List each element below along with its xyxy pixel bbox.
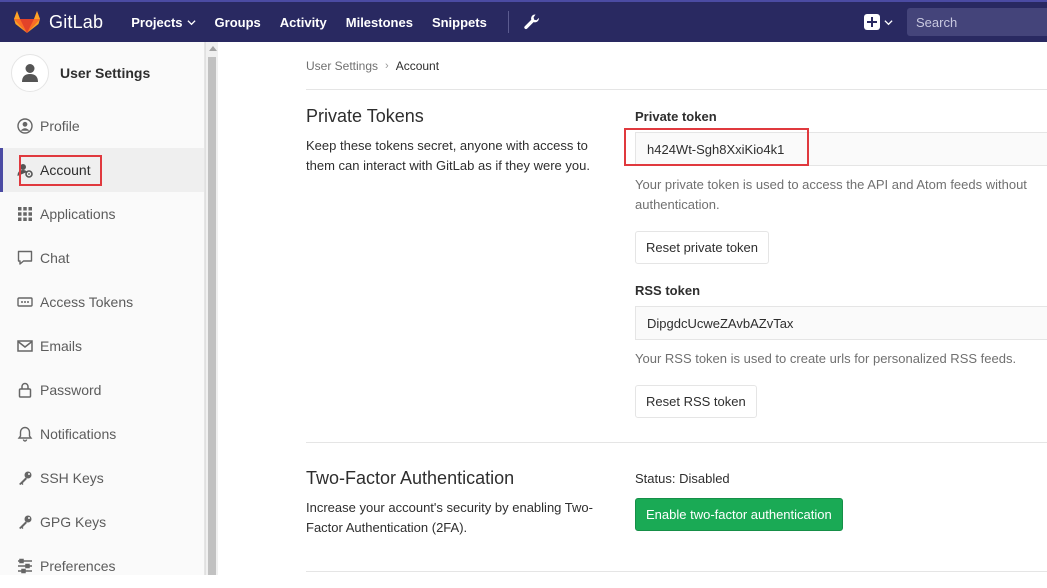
enable-two-factor-button[interactable]: Enable two-factor authentication	[635, 498, 843, 531]
two-factor-description: Increase your account's security by enab…	[306, 500, 593, 535]
sidebar-item-access-tokens[interactable]: Access Tokens	[0, 280, 204, 324]
rss-token-field[interactable]	[635, 306, 1047, 340]
nav-links: Projects Groups Activity Milestones Snip…	[131, 2, 541, 42]
search-input[interactable]	[907, 8, 1047, 36]
bell-icon	[16, 425, 34, 443]
sidebar-item-label: Chat	[40, 250, 70, 266]
private-token-help: Your private token is used to access the…	[635, 177, 1027, 212]
sidebar-item-label: Preferences	[40, 558, 116, 574]
breadcrumb: User Settings › Account	[306, 59, 439, 73]
wrench-icon[interactable]	[523, 13, 541, 31]
highlight-box	[624, 128, 809, 166]
sidebar-item-chat[interactable]: Chat	[0, 236, 204, 280]
private-tokens-description: Keep these tokens secret, anyone with ac…	[306, 138, 590, 173]
key-icon	[16, 513, 34, 531]
rss-token-help: Your RSS token is used to create urls fo…	[635, 351, 1017, 366]
envelope-icon	[16, 337, 34, 355]
sidebar-item-applications[interactable]: Applications	[0, 192, 204, 236]
top-navbar: GitLab Projects Groups Activity Mileston…	[0, 0, 1047, 42]
sidebar-header[interactable]: User Settings	[0, 42, 204, 104]
profile-icon	[16, 117, 34, 135]
avatar	[11, 54, 49, 92]
sidebar-item-label: GPG Keys	[40, 514, 107, 530]
chevron-down-icon	[884, 19, 893, 25]
nav-milestones[interactable]: Milestones	[346, 15, 413, 30]
applications-grid-icon	[16, 205, 34, 223]
nav-projects-label: Projects	[131, 14, 183, 30]
main-content: User Settings › Account Private Tokens K…	[218, 42, 1047, 575]
chevron-down-icon	[186, 19, 196, 25]
access-tokens-icon	[16, 293, 34, 311]
two-factor-status: Status: Disabled	[635, 471, 730, 486]
divider	[306, 89, 1047, 90]
nav-projects[interactable]: Projects	[131, 14, 196, 30]
sidebar-item-account[interactable]: Account	[0, 148, 204, 192]
sidebar-item-emails[interactable]: Emails	[0, 324, 204, 368]
sidebar-item-label: Profile	[40, 118, 80, 134]
nav-divider	[507, 11, 509, 33]
divider	[306, 442, 1047, 443]
private-tokens-title: Private Tokens	[306, 106, 424, 126]
sidebar-item-label: Applications	[40, 206, 116, 222]
nav-right	[864, 2, 1047, 42]
brand[interactable]: GitLab	[14, 2, 103, 42]
scrollbar-thumb[interactable]	[208, 57, 216, 575]
lock-icon	[16, 381, 34, 399]
sidebar-item-ssh-keys[interactable]: SSH Keys	[0, 456, 204, 500]
sliders-icon	[16, 557, 34, 575]
sidebar-scrollbar[interactable]	[205, 42, 218, 575]
sidebar: User Settings Profile Account Applicatio…	[0, 42, 205, 575]
new-dropdown-button[interactable]	[864, 14, 893, 30]
user-icon	[22, 64, 38, 82]
sidebar-item-label: SSH Keys	[40, 470, 104, 486]
sidebar-title: User Settings	[60, 65, 151, 81]
sidebar-item-label: Notifications	[40, 426, 117, 442]
chat-icon	[16, 249, 34, 267]
nav-snippets[interactable]: Snippets	[432, 15, 487, 30]
breadcrumb-parent[interactable]: User Settings	[306, 59, 378, 73]
sidebar-item-notifications[interactable]: Notifications	[0, 412, 204, 456]
two-factor-title: Two-Factor Authentication	[306, 468, 515, 488]
sidebar-item-preferences[interactable]: Preferences	[0, 544, 204, 588]
sidebar-item-label: Password	[40, 382, 102, 398]
reset-private-token-button[interactable]: Reset private token	[635, 231, 770, 264]
sidebar-item-password[interactable]: Password	[0, 368, 204, 412]
scroll-up-arrow-icon[interactable]	[209, 46, 217, 51]
nav-groups[interactable]: Groups	[215, 15, 261, 30]
gitlab-logo-icon	[14, 11, 40, 33]
breadcrumb-current: Account	[395, 59, 440, 73]
brand-name: GitLab	[49, 11, 104, 32]
divider	[306, 571, 1047, 572]
chevron-right-icon: ›	[385, 60, 389, 72]
reset-rss-token-button[interactable]: Reset RSS token	[635, 385, 757, 418]
key-icon	[16, 469, 34, 487]
plus-icon	[864, 14, 880, 30]
sidebar-item-label: Access Tokens	[40, 294, 134, 310]
private-token-label: Private token	[635, 109, 717, 124]
highlight-box	[19, 155, 102, 186]
nav-activity[interactable]: Activity	[280, 15, 327, 30]
sidebar-item-profile[interactable]: Profile	[0, 104, 204, 148]
sidebar-item-gpg-keys[interactable]: GPG Keys	[0, 500, 204, 544]
sidebar-item-label: Emails	[40, 338, 83, 354]
rss-token-label: RSS token	[635, 283, 701, 298]
